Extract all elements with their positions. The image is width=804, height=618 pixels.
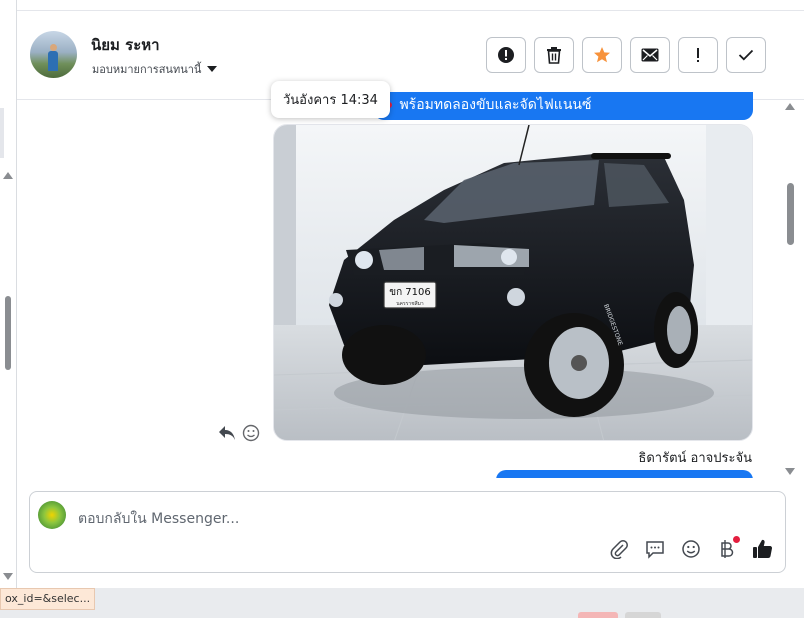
message-photo[interactable]: ขก 7106 นครราชสีมา BRIDGESTONE xyxy=(273,124,753,441)
emoji-icon xyxy=(682,540,700,558)
contact-avatar[interactable] xyxy=(30,31,77,78)
message-timestamp-tooltip: วันอังคาร 14:34 xyxy=(271,81,390,118)
assign-conversation-dropdown[interactable]: มอบหมายการสนทนานี้ xyxy=(92,60,218,78)
chat-scroll-up-arrow[interactable] xyxy=(785,103,795,110)
message-text: พร้อมทดลองขับและจัดไฟแนนซ์ xyxy=(399,97,592,113)
message-hover-actions xyxy=(218,424,260,442)
paperclip-icon xyxy=(610,540,628,559)
follow-up-button[interactable] xyxy=(678,37,718,73)
assign-label: มอบหมายการสนทนานี้ xyxy=(92,63,202,76)
page-avatar xyxy=(38,501,66,529)
delete-button[interactable] xyxy=(534,37,574,73)
plate-number: ขก 7106 xyxy=(389,287,431,298)
plate-province: นครราชสีมา xyxy=(396,300,424,307)
star-icon xyxy=(594,47,610,63)
done-button[interactable] xyxy=(726,37,766,73)
like-button[interactable] xyxy=(752,538,774,560)
checkmark-icon xyxy=(738,49,754,61)
avatar-body xyxy=(48,51,58,71)
baht-icon xyxy=(721,540,734,558)
left-scroll-up-arrow[interactable] xyxy=(3,172,13,179)
exclamation-icon xyxy=(697,48,699,62)
left-panel-tab xyxy=(0,108,4,158)
suv-car-image: ขก 7106 นครราชสีมา BRIDGESTONE xyxy=(274,125,752,440)
chat-scrollbar-thumb[interactable] xyxy=(787,183,794,245)
left-scroll-down-arrow[interactable] xyxy=(3,573,13,580)
taskbar-item[interactable] xyxy=(625,612,661,618)
reply-composer[interactable]: ตอบกลับใน Messenger... xyxy=(29,491,786,573)
envelope-icon xyxy=(641,48,659,62)
caret-down-icon xyxy=(207,66,218,72)
taskbar-item[interactable] xyxy=(578,612,618,618)
message-bubble-outgoing[interactable]: พร้อมทดลองขับและจัดไฟแนนซ์ xyxy=(374,92,753,120)
contact-name[interactable]: นิยม ระหา xyxy=(91,33,160,57)
saved-reply-icon xyxy=(646,541,664,559)
conversation-panel: นิยม ระหา มอบหมายการสนทนานี้ พร้อมทดลองข… xyxy=(17,0,804,588)
attach-button[interactable] xyxy=(608,538,630,560)
mark-unread-button[interactable] xyxy=(630,37,670,73)
composer-tools xyxy=(608,536,774,560)
sender-name: ธิดารัตน์ อาจประจัน xyxy=(638,451,752,466)
notification-dot xyxy=(733,536,740,543)
thumbs-up-icon xyxy=(753,539,773,559)
alert-circle-icon xyxy=(498,47,514,63)
chat-bottom-edge xyxy=(17,478,777,490)
left-scrollbar-thumb[interactable] xyxy=(5,296,11,370)
conversation-actions xyxy=(486,37,766,73)
chat-scroll-down-arrow[interactable] xyxy=(785,468,795,475)
payment-button[interactable] xyxy=(716,536,740,560)
left-panel-edge xyxy=(0,0,17,588)
avatar-head xyxy=(50,44,57,51)
spam-button[interactable] xyxy=(486,37,526,73)
status-bar-url: ox_id=&selec... xyxy=(0,588,96,610)
top-divider xyxy=(17,10,804,11)
star-button[interactable] xyxy=(582,37,622,73)
trash-icon xyxy=(547,47,561,64)
reply-icon[interactable] xyxy=(218,425,236,441)
browser-bottom-area xyxy=(0,588,804,618)
emoji-button[interactable] xyxy=(680,538,702,560)
reply-input[interactable]: ตอบกลับใน Messenger... xyxy=(78,508,239,530)
react-emoji-icon[interactable] xyxy=(242,424,260,442)
saved-reply-button[interactable] xyxy=(644,538,666,560)
